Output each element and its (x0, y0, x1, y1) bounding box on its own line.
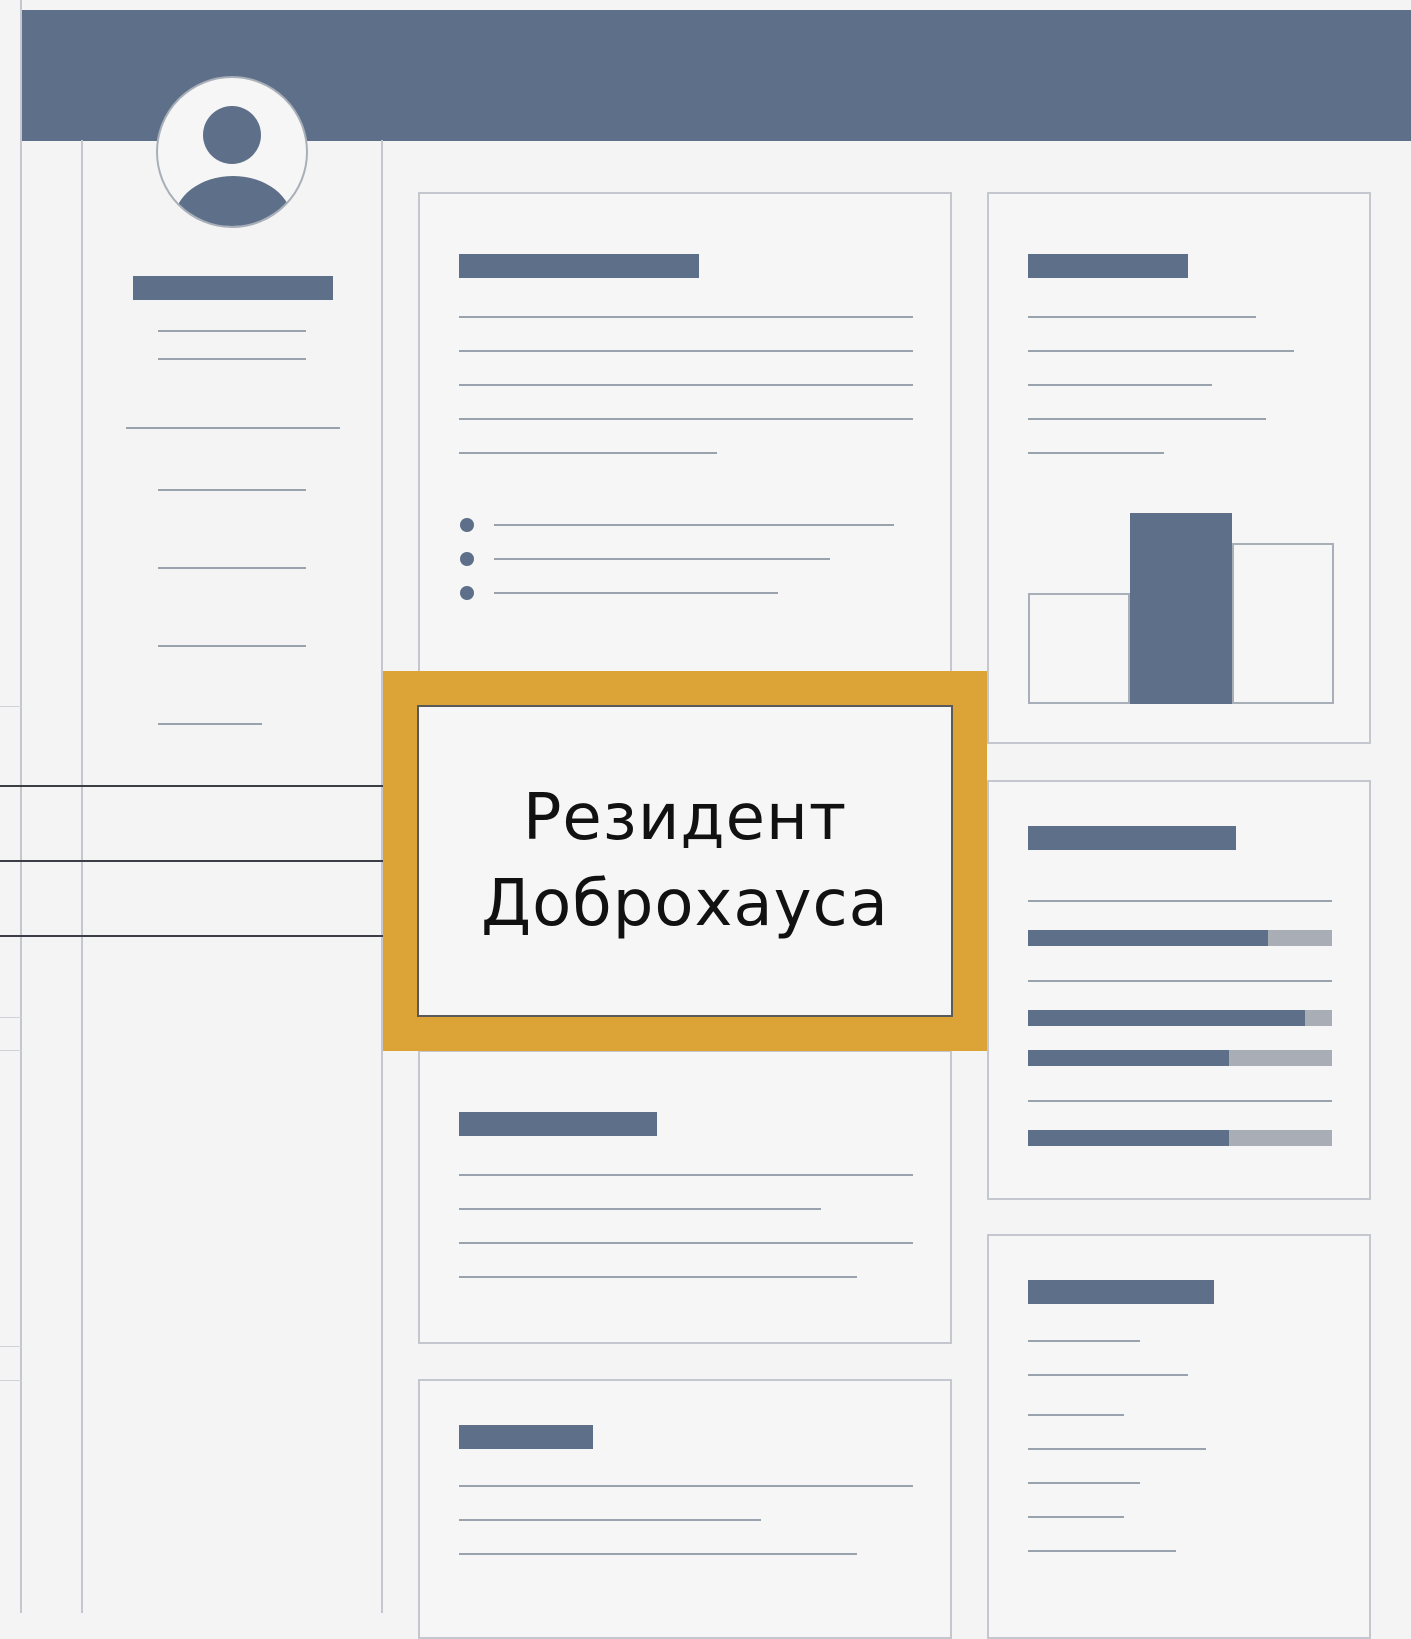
bullet-dot-icon (460, 552, 474, 566)
text-line (459, 1208, 821, 1210)
resident-label-line2: Доброхауса (481, 867, 889, 941)
text-line (459, 452, 717, 454)
avatar-body (174, 176, 292, 226)
connector-line (0, 785, 385, 787)
content-card (987, 1234, 1371, 1639)
progress-bar (1028, 1050, 1332, 1066)
resident-label: Резидент Доброхауса (481, 775, 889, 947)
text-line (1028, 452, 1164, 454)
text-line (1028, 1550, 1176, 1552)
sidebar-nav-item[interactable] (158, 489, 306, 491)
bullet-text-line (494, 558, 830, 560)
text-line (1028, 384, 1212, 386)
left-edge-divider (20, 0, 22, 1613)
sidebar-nav-item[interactable] (158, 723, 262, 725)
card-title-placeholder (1028, 826, 1236, 850)
text-line (1028, 316, 1256, 318)
avatar-head (203, 106, 261, 164)
bar-chart (1028, 513, 1334, 704)
text-line (459, 1174, 913, 1176)
bullet-text-line (494, 592, 778, 594)
chart-bar (1232, 543, 1334, 704)
progress-bar (1028, 1130, 1332, 1146)
card-title-placeholder (459, 254, 699, 278)
text-line (1028, 350, 1294, 352)
left-tick-line (0, 1050, 22, 1051)
text-line (1028, 1482, 1140, 1484)
text-line (1028, 1516, 1124, 1518)
bullet-text-line (494, 524, 894, 526)
resident-label-line1: Резидент (522, 781, 848, 855)
card-title-placeholder (1028, 254, 1188, 278)
progress-bar (1028, 930, 1332, 946)
text-line (1028, 1374, 1188, 1376)
profile-name-placeholder (133, 276, 333, 300)
sidebar-nav-item[interactable] (158, 567, 306, 569)
text-line (459, 1242, 913, 1244)
text-line (1028, 1414, 1124, 1416)
text-line (459, 350, 913, 352)
text-line (1028, 1448, 1206, 1450)
content-card (418, 1379, 952, 1639)
left-tick-line (0, 1017, 22, 1018)
text-line (459, 1553, 857, 1555)
bullet-dot-icon (460, 586, 474, 600)
text-line (1028, 980, 1332, 982)
text-line (1028, 900, 1332, 902)
progress-card (987, 780, 1371, 1200)
chart-card (987, 192, 1371, 744)
text-line (1028, 1100, 1332, 1102)
resident-label-box: Резидент Доброхауса (417, 705, 953, 1017)
bullet-dot-icon (460, 518, 474, 532)
text-line (459, 1519, 761, 1521)
user-avatar-icon[interactable] (156, 76, 308, 228)
card-title-placeholder (459, 1425, 593, 1449)
text-line (1028, 418, 1266, 420)
left-tick-line (0, 1380, 22, 1381)
chart-bar (1028, 593, 1130, 704)
sidebar-separator (126, 427, 340, 429)
text-line (459, 418, 913, 420)
sidebar-nav-item[interactable] (158, 645, 306, 647)
left-tick-line (0, 1346, 22, 1347)
text-line (459, 1276, 857, 1278)
text-line (459, 384, 913, 386)
connector-line (0, 860, 385, 862)
left-tick-line (0, 706, 22, 707)
profile-subtitle-line (158, 358, 306, 360)
content-card (418, 1050, 952, 1344)
text-line (459, 316, 913, 318)
card-title-placeholder (459, 1112, 657, 1136)
chart-bar (1130, 513, 1232, 704)
progress-bar (1028, 1010, 1332, 1026)
text-line (459, 1485, 913, 1487)
resident-highlight-frame[interactable]: Резидент Доброхауса (383, 671, 987, 1051)
card-title-placeholder (1028, 1280, 1214, 1304)
content-card (418, 192, 952, 682)
connector-line (0, 935, 385, 937)
sidebar-left-divider (81, 140, 83, 1613)
text-line (1028, 1340, 1140, 1342)
profile-subtitle-line (158, 330, 306, 332)
